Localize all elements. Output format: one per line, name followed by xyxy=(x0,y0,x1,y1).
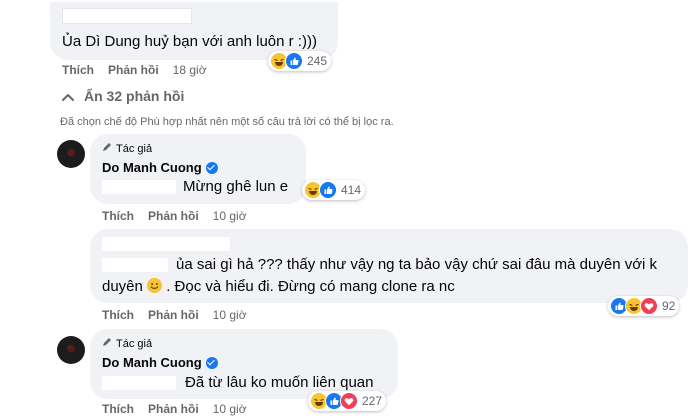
commenter-name-text: Do Manh Cuong xyxy=(102,355,202,370)
reply-text-line-2: duyên . Đọc và hiểu đi. Đừng có mang clo… xyxy=(102,277,455,297)
reply-actions: Thích Phản hồi 10 giờ xyxy=(102,402,247,416)
reply-button[interactable]: Phản hồi xyxy=(148,402,199,416)
reply-button[interactable]: Phản hồi xyxy=(108,63,159,77)
hide-replies-label: Ẩn 32 phản hồi xyxy=(84,88,185,104)
verified-badge-icon xyxy=(205,161,218,174)
author-badge: Tác giả xyxy=(102,142,152,155)
hide-replies-toggle[interactable]: Ẩn 32 phản hồi xyxy=(62,88,184,104)
like-button[interactable]: Thích xyxy=(102,209,134,223)
verified-badge-icon xyxy=(205,356,218,369)
like-button[interactable]: Thích xyxy=(102,308,134,322)
reaction-count: 227 xyxy=(362,394,383,408)
reply-actions: Thích Phản hồi 10 giờ xyxy=(102,209,247,223)
reply-timestamp[interactable]: 10 giờ xyxy=(213,308,247,322)
pencil-icon xyxy=(102,337,112,350)
love-icon xyxy=(340,392,358,410)
reaction-summary[interactable]: 245 xyxy=(268,51,332,71)
redacted-author-name xyxy=(102,237,230,251)
love-icon xyxy=(640,297,658,315)
reaction-count: 92 xyxy=(662,299,676,313)
comment-timestamp[interactable]: 18 giờ xyxy=(173,63,207,77)
reply-text-end: . Đọc và hiểu đi. Đừng có mang clone ra … xyxy=(166,278,455,295)
reaction-summary[interactable]: 414 xyxy=(302,180,366,200)
pencil-icon xyxy=(102,142,112,155)
reaction-summary[interactable]: 227 xyxy=(308,391,387,411)
commenter-name-text: Do Manh Cuong xyxy=(102,160,202,175)
like-icon xyxy=(285,52,303,70)
reaction-count: 414 xyxy=(341,183,362,197)
commenter-name[interactable]: Do Manh Cuong xyxy=(102,160,218,175)
redacted-mention xyxy=(102,376,176,390)
chevron-up-icon xyxy=(62,88,74,104)
reply-button[interactable]: Phản hồi xyxy=(148,308,199,322)
avatar[interactable] xyxy=(57,140,85,168)
like-button[interactable]: Thích xyxy=(102,402,134,416)
commenter-name[interactable]: Do Manh Cuong xyxy=(102,355,218,370)
like-icon xyxy=(319,181,337,199)
reply-timestamp[interactable]: 10 giờ xyxy=(213,209,247,223)
comment-actions: Thích Phản hồi 18 giờ xyxy=(62,63,207,77)
reply-text-line-1: ủa sai gì hả ??? thấy như vậy ng ta bảo … xyxy=(176,256,658,273)
comment-text: Ủa Dì Dung huỷ bạn với anh luôn r :))) xyxy=(62,33,317,50)
like-button[interactable]: Thích xyxy=(62,63,94,77)
reply-button[interactable]: Phản hồi xyxy=(148,209,199,223)
author-badge: Tác giả xyxy=(102,337,152,350)
reply-text: Đã từ lâu ko muốn liên quan xyxy=(185,374,374,391)
filter-note: Đã chọn chế độ Phù hợp nhất nên một số c… xyxy=(60,116,394,128)
reply-text: Mừng ghê lun e xyxy=(183,178,289,195)
smile-emoji-icon xyxy=(147,278,163,293)
redacted-author-name xyxy=(62,8,192,24)
avatar[interactable] xyxy=(57,336,85,364)
reaction-count: 245 xyxy=(307,54,328,68)
redacted-mention xyxy=(102,258,168,272)
reply-text-start: duyên xyxy=(102,278,143,295)
reply-timestamp[interactable]: 10 giờ xyxy=(213,402,247,416)
author-badge-label: Tác giả xyxy=(116,142,153,155)
reaction-summary[interactable]: 92 xyxy=(608,296,680,316)
reply-actions: Thích Phản hồi 10 giờ xyxy=(102,308,247,322)
author-badge-label: Tác giả xyxy=(116,337,153,350)
redacted-mention xyxy=(102,180,176,194)
